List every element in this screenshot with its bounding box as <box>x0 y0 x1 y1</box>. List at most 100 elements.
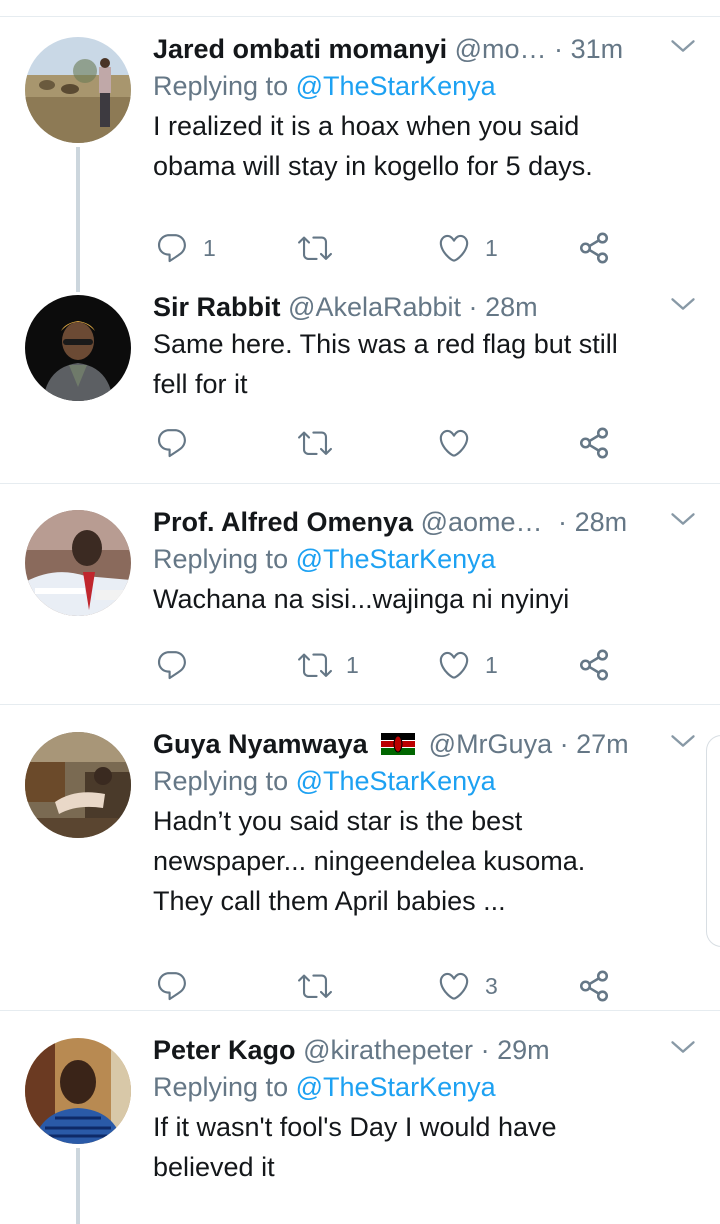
like-button[interactable]: 1 <box>437 645 498 685</box>
replying-to: Replying to @TheStarKenya <box>153 539 720 579</box>
thread-line <box>76 147 80 292</box>
avatar[interactable] <box>25 510 131 616</box>
retweet-count: 1 <box>346 651 359 678</box>
chevron-down-icon[interactable] <box>669 290 697 318</box>
timestamp[interactable]: 29m <box>497 1035 550 1065</box>
separator-dot: · <box>554 34 564 64</box>
like-button[interactable]: 3 <box>437 966 498 1006</box>
share-button[interactable] <box>577 228 611 268</box>
tweet-text: I realized it is a hoax when you said ob… <box>153 106 720 186</box>
avatar[interactable] <box>25 37 131 143</box>
separator-dot: · <box>480 1035 490 1065</box>
separator-dot: · <box>559 729 569 759</box>
mention-link[interactable]: @TheStarKenya <box>296 766 496 796</box>
retweet-icon <box>298 231 332 265</box>
tweet-actions: 1 1 <box>153 228 720 268</box>
tweet-actions: 1 1 <box>153 645 720 685</box>
user-handle[interactable]: @AkelaRabbit <box>288 292 461 322</box>
replying-label: Replying to <box>153 766 289 796</box>
timestamp[interactable]: 27m <box>576 729 629 759</box>
tweet-text: Wachana na sisi...wajinga ni nyinyi <box>153 579 720 619</box>
separator-dot: · <box>468 292 478 322</box>
like-icon <box>437 426 471 460</box>
share-icon <box>577 426 611 460</box>
tweet[interactable]: Prof. Alfred Omenya @aome… · 28m Replyin… <box>0 490 720 705</box>
tweet-text: If it wasn't fool's Day I would have bel… <box>153 1107 720 1187</box>
like-icon <box>437 969 471 1003</box>
retweet-button[interactable] <box>298 423 346 463</box>
retweet-button[interactable] <box>298 966 346 1006</box>
tweet-text-line: If it wasn't fool's Day I would have <box>153 1112 557 1142</box>
replying-label: Replying to <box>153 544 289 574</box>
tweet-text: Hadn’t you said star is the best newspap… <box>153 801 720 921</box>
tweet-text-line: believed it <box>153 1152 275 1182</box>
replying-to: Replying to @TheStarKenya <box>153 66 720 106</box>
tweet-text-line: Same here. This was a red flag but still <box>153 329 618 359</box>
chevron-down-icon[interactable] <box>669 1033 697 1061</box>
tweet-text-line: obama will stay in kogello for 5 days. <box>153 151 593 181</box>
separator-dot: · <box>558 507 568 537</box>
timestamp[interactable]: 28m <box>485 292 538 322</box>
chevron-down-icon[interactable] <box>669 32 697 60</box>
reply-button[interactable] <box>155 645 203 685</box>
tweet[interactable]: Jared ombati momanyi @mo… · 31m Replying… <box>0 17 720 292</box>
tweet-text-line: Wachana na sisi...wajinga ni nyinyi <box>153 584 570 614</box>
reply-icon <box>155 648 189 682</box>
share-button[interactable] <box>577 423 611 463</box>
reply-button[interactable] <box>155 966 203 1006</box>
reply-button[interactable] <box>155 423 203 463</box>
avatar[interactable] <box>25 732 131 838</box>
reply-icon <box>155 231 189 265</box>
display-name[interactable]: Guya Nyamwaya <box>153 729 368 759</box>
edge-panel-handle[interactable] <box>706 735 720 947</box>
display-name[interactable]: Jared ombati momanyi <box>153 34 447 64</box>
avatar[interactable] <box>25 1038 131 1144</box>
retweet-button[interactable] <box>298 228 346 268</box>
mention-link[interactable]: @TheStarKenya <box>296 1072 496 1102</box>
retweet-icon <box>298 969 332 1003</box>
share-button[interactable] <box>577 966 611 1006</box>
timestamp[interactable]: 31m <box>571 34 624 64</box>
share-icon <box>577 648 611 682</box>
display-name[interactable]: Peter Kago <box>153 1035 296 1065</box>
chevron-down-icon[interactable] <box>669 505 697 533</box>
user-handle[interactable]: @kirathepeter <box>303 1035 473 1065</box>
retweet-icon <box>298 648 332 682</box>
mention-link[interactable]: @TheStarKenya <box>296 71 496 101</box>
tweet-text-line: newspaper... ningeendelea kusoma. <box>153 846 586 876</box>
user-handle[interactable]: @aome… <box>421 507 543 537</box>
thread-line <box>76 1148 80 1224</box>
tweet[interactable]: Guya Nyamwaya @MrGuya · 27m Replying to … <box>0 712 720 1011</box>
chevron-down-icon[interactable] <box>669 727 697 755</box>
like-icon <box>437 648 471 682</box>
display-name[interactable]: Sir Rabbit <box>153 292 281 322</box>
reply-button[interactable]: 1 <box>155 228 216 268</box>
avatar[interactable] <box>25 295 131 401</box>
like-button[interactable] <box>437 423 485 463</box>
user-handle[interactable]: @MrGuya <box>429 729 552 759</box>
timestamp[interactable]: 28m <box>575 507 628 537</box>
replying-to: Replying to @TheStarKenya <box>153 1067 720 1107</box>
like-count: 1 <box>485 651 498 678</box>
tweet[interactable]: Peter Kago @kirathepeter · 29m Replying … <box>0 1018 720 1224</box>
tweet-text: Same here. This was a red flag but still… <box>153 324 720 404</box>
like-button[interactable]: 1 <box>437 228 498 268</box>
display-name[interactable]: Prof. Alfred Omenya <box>153 507 413 537</box>
like-count: 1 <box>485 234 498 261</box>
replying-to: Replying to @TheStarKenya <box>153 761 720 801</box>
kenya-flag-icon <box>381 732 416 755</box>
share-icon <box>577 231 611 265</box>
tweet-text-line: fell for it <box>153 369 248 399</box>
tweet[interactable]: Sir Rabbit @AkelaRabbit · 28m Same here.… <box>0 275 720 484</box>
tweet-actions: 3 <box>153 966 720 1006</box>
reply-icon <box>155 969 189 1003</box>
user-handle[interactable]: @mo… <box>455 34 547 64</box>
share-button[interactable] <box>577 645 611 685</box>
like-count: 3 <box>485 972 498 999</box>
tweet-text-line: I realized it is a hoax when you said <box>153 111 580 141</box>
mention-link[interactable]: @TheStarKenya <box>296 544 496 574</box>
like-icon <box>437 231 471 265</box>
retweet-button[interactable]: 1 <box>298 645 359 685</box>
tweet-actions <box>153 423 720 463</box>
replying-label: Replying to <box>153 1072 289 1102</box>
